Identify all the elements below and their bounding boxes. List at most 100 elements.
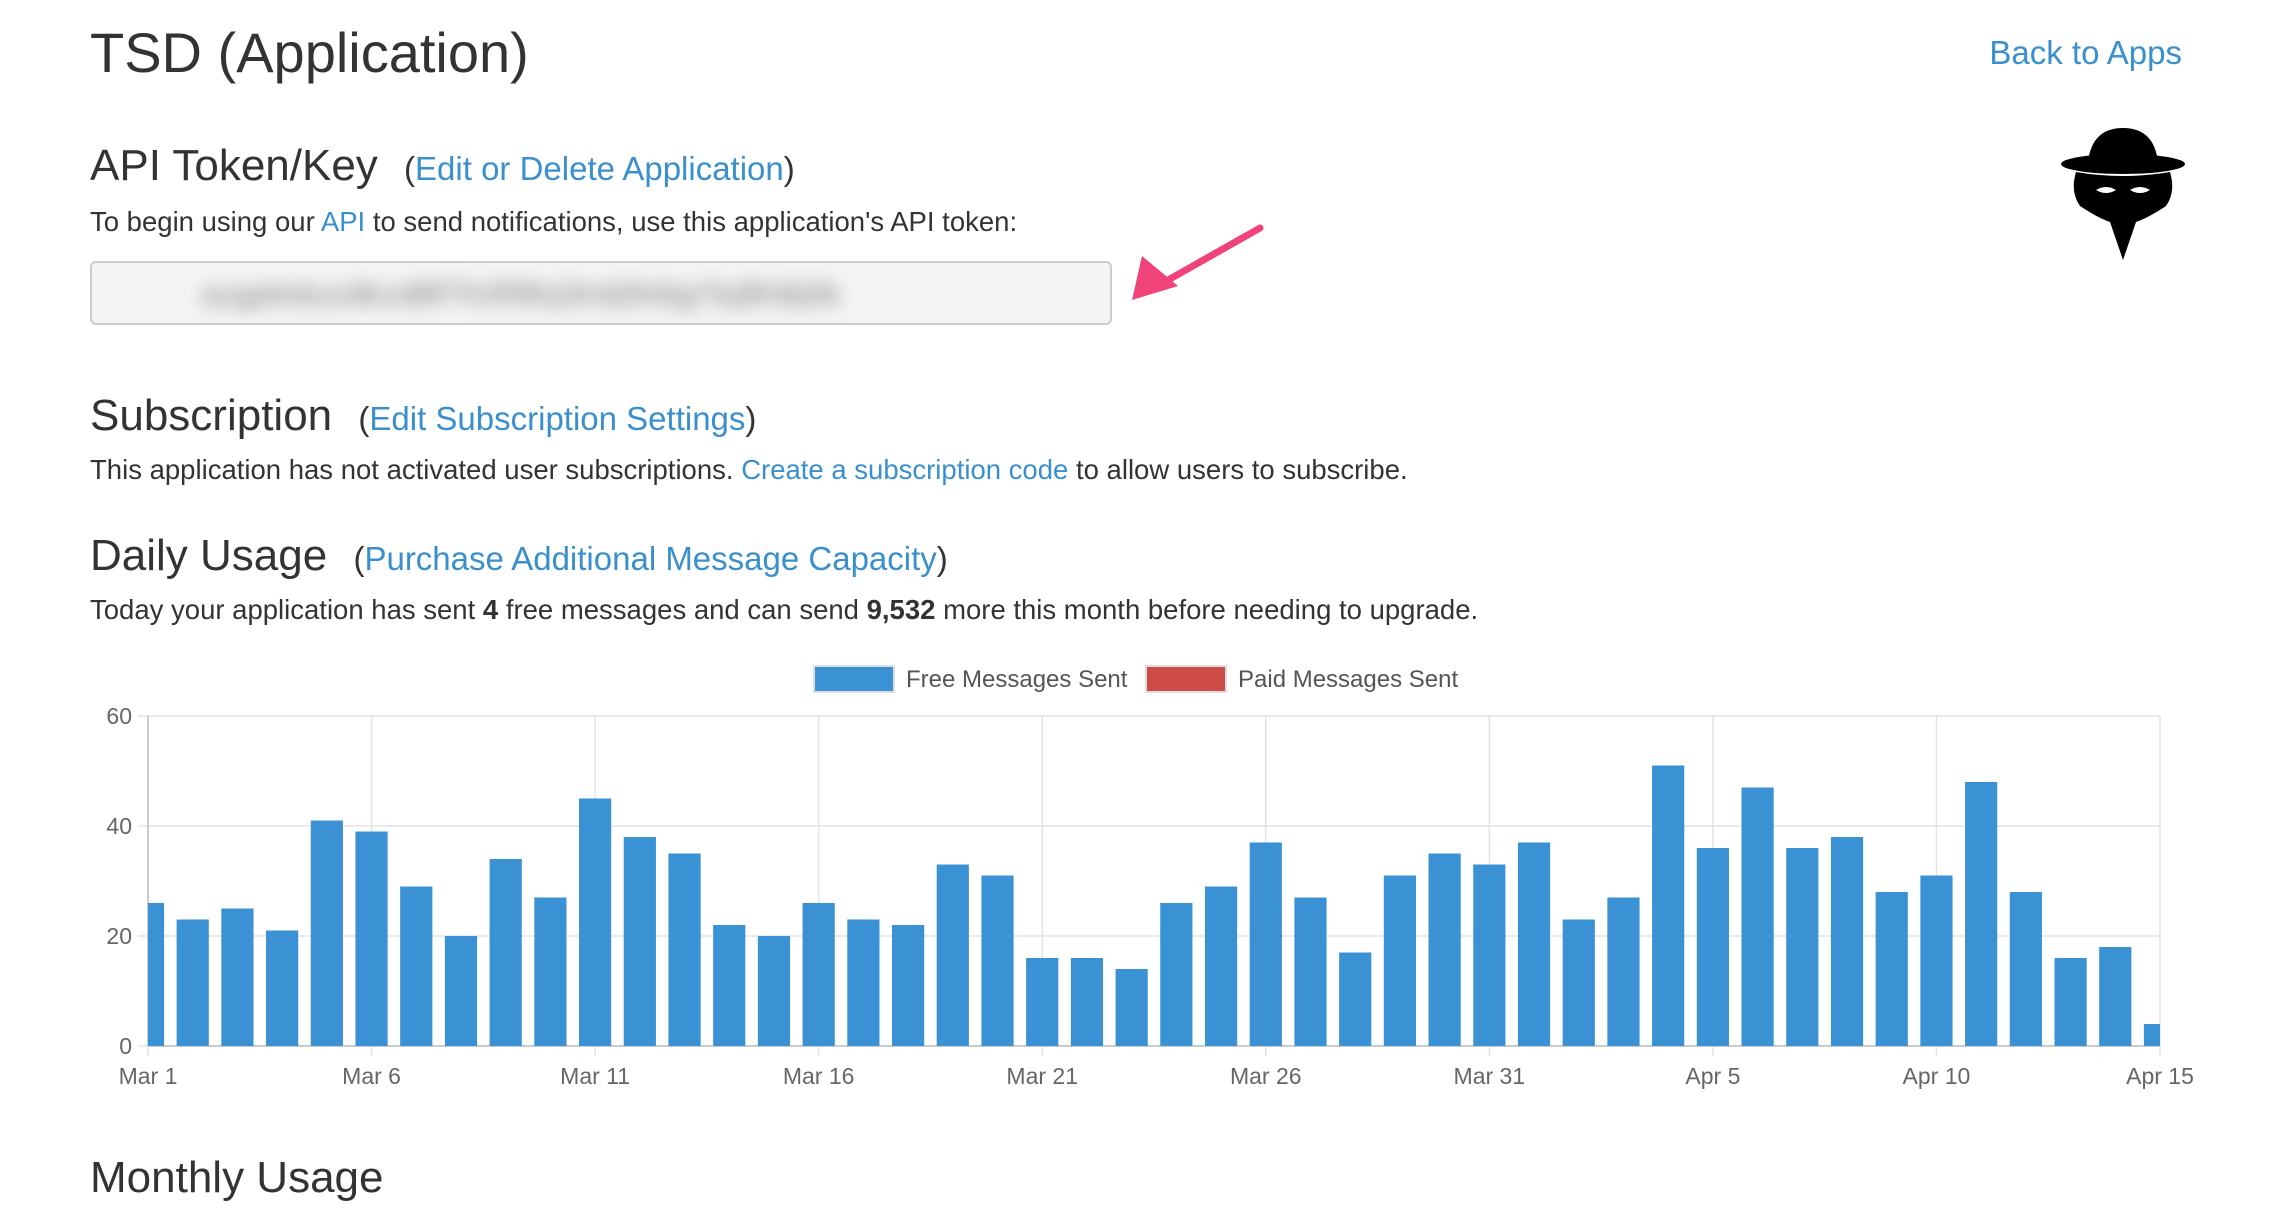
y-tick-label: 0 bbox=[119, 1033, 132, 1059]
bar-free-messages bbox=[802, 903, 835, 1046]
bar-free-messages bbox=[444, 936, 478, 1046]
bar-free-messages bbox=[221, 908, 254, 1046]
bar-free-messages bbox=[1070, 958, 1104, 1046]
api-token-title: API Token/Key bbox=[90, 141, 378, 190]
subscription-paren-open: ( bbox=[358, 400, 370, 437]
api-token-heading: API Token/Key (Edit or Delete Applicatio… bbox=[90, 136, 795, 199]
x-tick-label: Mar 11 bbox=[560, 1063, 630, 1089]
bar-free-messages bbox=[266, 930, 299, 1046]
bar-free-messages bbox=[534, 897, 567, 1046]
bar-free-messages bbox=[355, 831, 388, 1046]
bar-free-messages bbox=[1830, 837, 1864, 1046]
bar-free-messages bbox=[2143, 1024, 2160, 1046]
pointer-arrow-icon bbox=[1132, 224, 1264, 300]
legend-label: Free Messages Sent bbox=[906, 666, 1128, 693]
y-tick-label: 40 bbox=[106, 813, 132, 839]
sent-count: 4 bbox=[482, 594, 499, 625]
daily-usage-heading: Daily Usage (Purchase Additional Message… bbox=[90, 526, 948, 589]
x-tick-label: Mar 6 bbox=[342, 1063, 401, 1089]
x-tick-label: Apr 10 bbox=[1903, 1063, 1971, 1089]
bar-free-messages bbox=[713, 925, 746, 1046]
bar-free-messages bbox=[2009, 892, 2042, 1046]
daily-paren-open: ( bbox=[353, 540, 365, 577]
bar-free-messages bbox=[891, 925, 925, 1046]
x-tick-label: Mar 16 bbox=[783, 1063, 855, 1089]
subscription-title: Subscription bbox=[90, 391, 333, 440]
bar-free-messages bbox=[1920, 875, 1953, 1046]
bar-free-messages bbox=[847, 919, 880, 1046]
api-description: To begin using our API to send notificat… bbox=[90, 202, 1017, 242]
bar-free-messages bbox=[1696, 848, 1729, 1046]
bar-free-messages bbox=[1741, 787, 1774, 1046]
bar-free-messages bbox=[936, 864, 969, 1046]
x-tick-label: Mar 21 bbox=[1006, 1063, 1078, 1089]
bar-free-messages bbox=[1965, 782, 1998, 1046]
spy-avatar-icon bbox=[2061, 128, 2185, 260]
create-subscription-code-link[interactable]: Create a subscription code bbox=[741, 454, 1068, 485]
bar-free-messages bbox=[148, 903, 165, 1046]
subscription-desc-pre: This application has not activated user … bbox=[90, 454, 742, 485]
daily-paren-close: ) bbox=[936, 540, 948, 577]
daily-usage-description: Today your application has sent 4 free m… bbox=[90, 590, 1478, 630]
y-tick-label: 60 bbox=[106, 703, 132, 729]
bar-free-messages bbox=[1249, 842, 1282, 1046]
bar-free-messages bbox=[1607, 897, 1640, 1046]
x-tick-label: Mar 31 bbox=[1454, 1063, 1526, 1089]
y-tick-label: 20 bbox=[106, 923, 132, 949]
daily-desc-post: more this month before needing to upgrad… bbox=[935, 594, 1479, 625]
daily-desc-mid: free messages and can send bbox=[498, 594, 867, 625]
bar-free-messages bbox=[981, 875, 1014, 1046]
x-tick-label: Mar 1 bbox=[119, 1063, 178, 1089]
purchase-capacity-link[interactable]: Purchase Additional Message Capacity bbox=[364, 540, 936, 577]
subscription-description: This application has not activated user … bbox=[90, 450, 1408, 490]
bar-free-messages bbox=[2054, 958, 2087, 1046]
bar-free-messages bbox=[1428, 853, 1461, 1046]
subscription-heading: Subscription (Edit Subscription Settings… bbox=[90, 386, 756, 449]
daily-usage-title: Daily Usage bbox=[90, 531, 328, 580]
bar-free-messages bbox=[489, 859, 522, 1046]
bar-free-messages bbox=[579, 798, 612, 1046]
monthly-usage-heading: Monthly Usage bbox=[90, 1153, 384, 1202]
subscription-desc-post: to allow users to subscribe. bbox=[1068, 454, 1408, 485]
bar-free-messages bbox=[1875, 892, 1908, 1046]
bar-free-messages bbox=[1652, 765, 1685, 1046]
bar-free-messages bbox=[400, 886, 433, 1046]
bar-free-messages bbox=[668, 853, 701, 1046]
bar-free-messages bbox=[2099, 947, 2132, 1046]
legend-swatch bbox=[1145, 665, 1227, 693]
api-token-field[interactable]: azgekduzdkzd8f7h3f9hj2k4j5h6g7kj8h9j0k bbox=[90, 261, 1112, 325]
bar-free-messages bbox=[757, 936, 791, 1046]
bar-free-messages bbox=[1339, 952, 1372, 1046]
remaining-count: 9,532 bbox=[866, 594, 936, 625]
api-doc-link[interactable]: API bbox=[321, 206, 365, 237]
bar-free-messages bbox=[1517, 842, 1551, 1046]
bar-free-messages bbox=[1786, 848, 1819, 1046]
bar-free-messages bbox=[310, 820, 343, 1046]
bar-free-messages bbox=[1160, 903, 1193, 1046]
bar-free-messages bbox=[176, 919, 209, 1046]
x-tick-label: Apr 5 bbox=[1685, 1063, 1740, 1089]
daily-desc-pre: Today your application has sent bbox=[90, 594, 483, 625]
back-to-apps-link[interactable]: Back to Apps bbox=[1989, 30, 2182, 76]
bar-free-messages bbox=[1204, 886, 1238, 1046]
legend-label: Paid Messages Sent bbox=[1238, 666, 1458, 693]
page-title: TSD (Application) bbox=[90, 21, 529, 84]
api-desc-post: to send notifications, use this applicat… bbox=[365, 206, 1018, 237]
api-paren-open: ( bbox=[404, 150, 416, 187]
subscription-paren-close: ) bbox=[745, 400, 757, 437]
api-desc-pre: To begin using our bbox=[90, 206, 321, 237]
bar-free-messages bbox=[1473, 864, 1506, 1046]
edit-delete-application-link[interactable]: Edit or Delete Application bbox=[415, 150, 784, 187]
x-tick-label: Apr 15 bbox=[2126, 1063, 2194, 1089]
api-token-value: azgekduzdkzd8f7h3f9hj2k4j5h6g7kj8h9j0k bbox=[202, 278, 842, 311]
x-tick-label: Mar 26 bbox=[1230, 1063, 1302, 1089]
daily-usage-chart: 0 20 40 60 Mar 1 Mar 6 Mar 11 Mar 16 Mar 21 Mar 2… bbox=[106, 665, 2194, 1089]
edit-subscription-settings-link[interactable]: Edit Subscription Settings bbox=[369, 400, 745, 437]
api-paren-close: ) bbox=[783, 150, 795, 187]
bar-free-messages bbox=[1026, 958, 1059, 1046]
bar-free-messages bbox=[623, 837, 656, 1046]
bar-free-messages bbox=[1383, 875, 1417, 1046]
bar-free-messages bbox=[1562, 919, 1595, 1046]
legend-swatch bbox=[813, 665, 895, 693]
bar-free-messages bbox=[1115, 969, 1148, 1046]
